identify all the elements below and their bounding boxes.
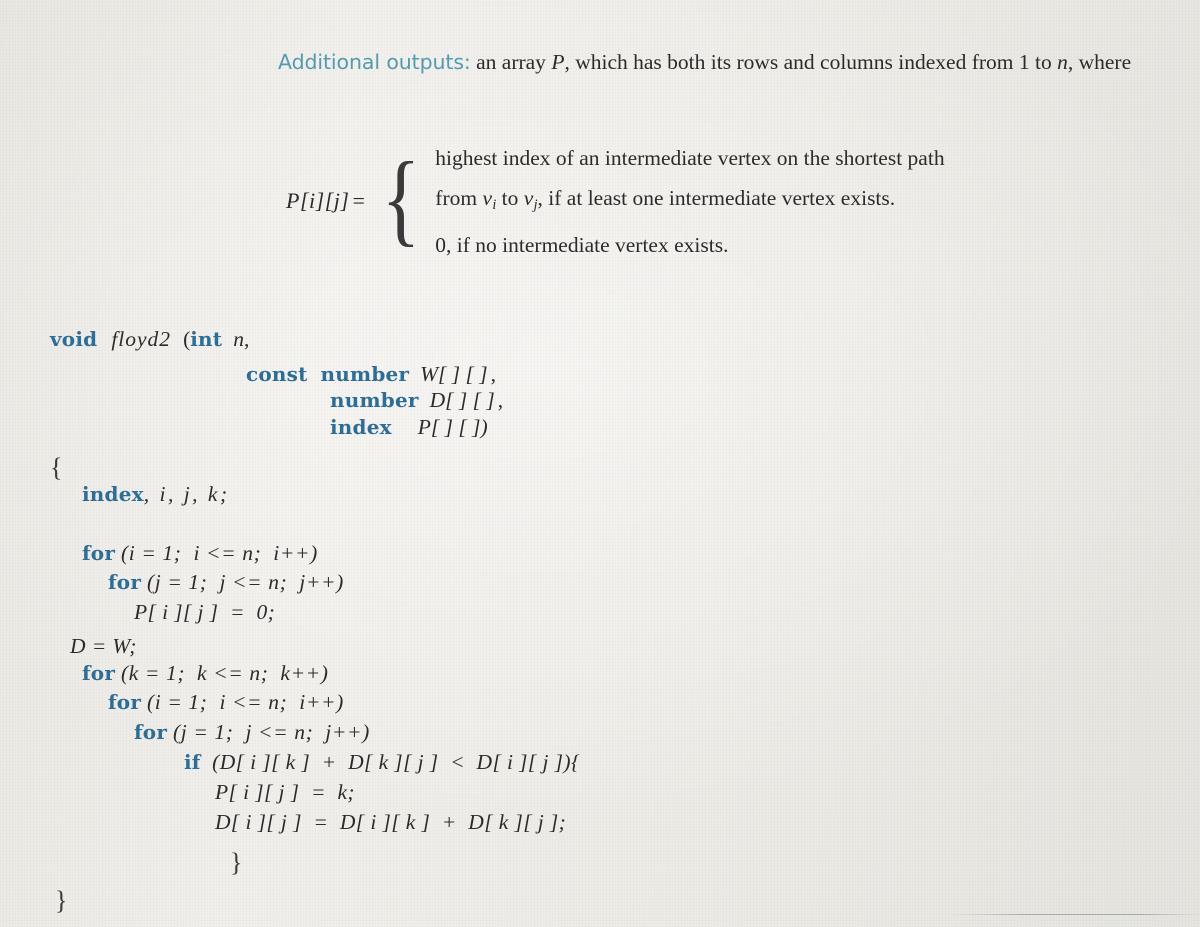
code-line-for-i: for (i = 1; i <= n; i++) [82,541,318,565]
declared-variables: , i, j, k; [143,482,230,506]
code-line-signature: void floyd2 (int n, [50,327,250,351]
prose-text-2: , which has both its rows and columns in… [564,50,1058,74]
case1-to: to [496,186,524,210]
paren-open: ( [183,327,191,351]
piecewise-index-i: [i] [299,188,325,214]
case1-from: from [435,186,483,210]
piecewise-case-1-line-2: from vi to vj, if at least one intermedi… [435,178,944,225]
code-inner-close-brace: } [230,848,243,877]
param-p: P[ ] [ ]) [417,415,488,439]
additional-outputs-paragraph: Additional outputs: an array P, which ha… [278,46,1138,79]
for-j2-header: (j = 1; j <= n; j++) [167,720,370,744]
for-k-header: (k = 1; k <= n; k++) [115,661,329,685]
code-line-d-set: D[ i ][ j ] = D[ i ][ k ] + D[ k ][ j ]; [215,810,567,834]
keyword-for-i2: for [108,690,142,714]
keyword-index-decl: index [82,482,144,506]
code-line-d-equals-w: D = W; [70,634,137,658]
keyword-if: if [184,750,201,774]
keyword-const: const [246,362,308,386]
large-left-brace-icon: { [381,140,421,256]
page-edge-scan-artifact [950,914,1200,915]
code-line-param-p: index P[ ] [ ]) [330,415,488,439]
variable-p: P [551,50,565,74]
param-w: W[ ] [ ] [420,362,488,386]
piecewise-index-j: [j] [324,188,350,214]
if-condition: (D[ i ][ k ] + D[ k ][ j ] < D[ i ][ j ]… [200,750,580,774]
code-line-p-set: P[ i ][ j ] = k; [215,780,355,804]
code-line-p-init: P[ i ][ j ] = 0; [134,600,276,624]
keyword-for-i: for [82,541,116,565]
code-line-param-w: const number W[ ] [ ], [246,362,497,386]
comma-2: , [490,362,497,386]
for-i-header: (i = 1; i <= n; i++) [115,541,318,565]
code-line-for-k: for (k = 1; k <= n; k++) [82,661,329,685]
variable-n: n [1057,50,1068,74]
keyword-number-1: number [320,362,410,386]
code-outer-close-brace: } [55,886,68,915]
piecewise-case-1-line-1: highest index of an intermediate vertex … [435,146,945,170]
for-i2-header: (i = 1; i <= n; i++) [141,690,344,714]
piecewise-equals: = [352,188,366,214]
textbook-page: Additional outputs: an array P, which ha… [0,0,1200,927]
param-n: n [233,327,244,351]
keyword-void: void [50,327,98,351]
vertex-v-i: v [482,186,493,210]
piecewise-p: P [286,188,300,214]
for-j-header: (j = 1; j <= n; j++) [141,570,344,594]
comma-1: , [243,327,250,351]
prose-text-1: an array [470,50,552,74]
code-line-param-d: number D[ ] [ ], [330,388,504,412]
code-line-for-j: for (j = 1; j <= n; j++) [108,570,344,594]
case1-tail: , if at least one intermediate vertex ex… [537,186,896,210]
piecewise-definition: P[i][j] = { highest index of an intermedi… [286,138,945,265]
code-line-if: if (D[ i ][ k ] + D[ k ][ j ] < D[ i ][ … [184,750,580,774]
prose-text-3: , where [1067,50,1132,74]
keyword-index-param: index [330,415,392,439]
piecewise-left-hand-side: P[i][j] = [286,188,374,214]
code-line-for-j2: for (j = 1; j <= n; j++) [134,720,370,744]
vertex-v-j: v [523,186,534,210]
code-line-declaration: index, i, j, k; [82,482,230,506]
keyword-number-2: number [330,388,419,412]
piecewise-cases: highest index of an intermediate vertex … [435,138,944,265]
keyword-int: int [190,327,223,351]
comma-3: , [497,388,504,412]
function-name-floyd2: floyd2 [111,327,172,351]
piecewise-case-2: 0, if no intermediate vertex exists. [435,232,729,257]
additional-outputs-label: Additional outputs: [278,50,471,74]
code-line-for-i2: for (i = 1; i <= n; i++) [108,690,344,714]
keyword-for-j: for [108,570,142,594]
param-d: D[ ] [ ] [429,388,495,412]
keyword-for-k: for [82,661,116,685]
code-open-brace: { [50,453,63,482]
keyword-for-j2: for [134,720,168,744]
